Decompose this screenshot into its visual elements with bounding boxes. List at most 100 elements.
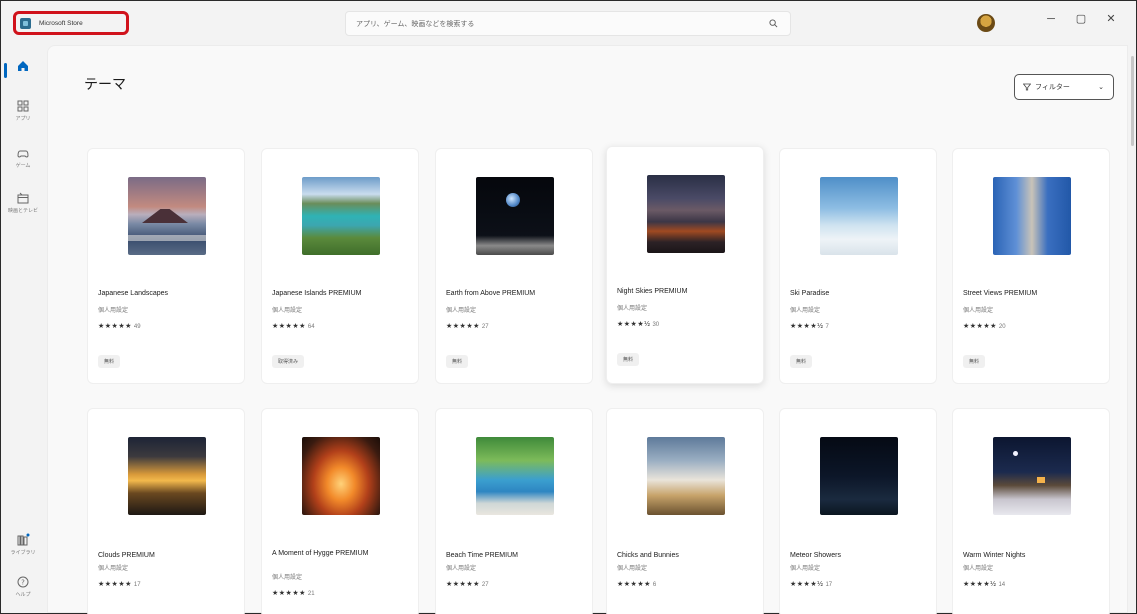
theme-category: 個人用設定 bbox=[963, 566, 994, 572]
theme-category: 個人用設定 bbox=[963, 308, 994, 314]
theme-title: Clouds PREMIUM bbox=[98, 552, 155, 559]
page-title: テーマ bbox=[84, 76, 126, 92]
theme-card[interactable]: Warm Winter Nights 個人用設定 ★★★★½ 14 bbox=[952, 408, 1110, 614]
owned-badge: 取得済み bbox=[272, 355, 305, 368]
theme-category: 個人用設定 bbox=[790, 308, 821, 314]
app-title-highlight: Microsoft Store bbox=[13, 11, 129, 35]
svg-text:?: ? bbox=[21, 579, 25, 587]
theme-category: 個人用設定 bbox=[446, 308, 477, 314]
theme-card[interactable]: Chicks and Bunnies 個人用設定 ★★★★★ 6 bbox=[606, 408, 764, 614]
main-content: テーマ フィルター ⌄ Japanese Landscapes 個人用設定 ★★… bbox=[47, 45, 1134, 614]
theme-card[interactable]: Street Views PREMIUM 個人用設定 ★★★★★ 20 無料 bbox=[952, 148, 1110, 384]
rating-count: 64 bbox=[307, 324, 315, 330]
theme-category: 個人用設定 bbox=[790, 566, 821, 572]
library-icon bbox=[17, 533, 30, 546]
price-badge: 無料 bbox=[963, 355, 986, 368]
stars: ★★★★½ bbox=[790, 323, 824, 330]
theme-thumbnail bbox=[647, 437, 725, 515]
minimize-button[interactable]: ─ bbox=[1039, 9, 1063, 29]
rating-count: 30 bbox=[652, 322, 660, 328]
sidebar-item-apps[interactable]: アプリ bbox=[1, 93, 45, 133]
theme-card[interactable]: Earth from Above PREMIUM 個人用設定 ★★★★★ 27 無… bbox=[435, 148, 593, 384]
stars: ★★★★★ bbox=[446, 323, 480, 330]
theme-title: Ski Paradise bbox=[790, 290, 830, 297]
theme-title: Warm Winter Nights bbox=[963, 552, 1026, 559]
theme-title: Night Skies PREMIUM bbox=[617, 288, 688, 295]
rating-count: 17 bbox=[825, 582, 833, 588]
star-rating: ★★★★½ 7 bbox=[790, 322, 829, 330]
star-rating: ★★★★★ 27 bbox=[446, 580, 489, 588]
sidebar-item-label: ゲーム bbox=[15, 163, 31, 169]
stars: ★★★★★ bbox=[272, 323, 306, 330]
apps-icon bbox=[17, 100, 29, 112]
theme-thumbnail bbox=[128, 437, 206, 515]
stars: ★★★★★ bbox=[963, 323, 997, 330]
help-icon: ? bbox=[17, 576, 29, 588]
filter-button[interactable]: フィルター ⌄ bbox=[1014, 74, 1114, 100]
sidebar-item-label: ライブラリ bbox=[10, 550, 36, 556]
star-rating: ★★★★★ 6 bbox=[617, 580, 656, 588]
store-logo-icon bbox=[20, 17, 31, 29]
theme-thumbnail bbox=[302, 437, 380, 515]
price-badge: 無料 bbox=[98, 355, 121, 368]
theme-title: A Moment of Hygge PREMIUM bbox=[272, 550, 369, 557]
theme-title: Beach Time PREMIUM bbox=[446, 552, 518, 559]
rating-count: 49 bbox=[133, 324, 141, 330]
theme-thumbnail bbox=[647, 175, 725, 253]
theme-category: 個人用設定 bbox=[446, 566, 477, 572]
theme-card[interactable]: Japanese Landscapes 個人用設定 ★★★★★ 49 無料 bbox=[87, 148, 245, 384]
theme-thumbnail bbox=[820, 437, 898, 515]
theme-card[interactable]: Beach Time PREMIUM 個人用設定 ★★★★★ 27 bbox=[435, 408, 593, 614]
theme-thumbnail bbox=[993, 437, 1071, 515]
theme-thumbnail bbox=[476, 437, 554, 515]
sidebar: アプリ ゲーム 映画とテレビ ライブラリ ? ヘルプ bbox=[1, 45, 45, 613]
close-button[interactable]: ✕ bbox=[1099, 9, 1123, 29]
theme-category: 個人用設定 bbox=[617, 566, 648, 572]
search-input[interactable]: アプリ、ゲーム、映画などを検索する bbox=[345, 11, 791, 36]
theme-title: Japanese Landscapes bbox=[98, 290, 169, 297]
theme-title: Meteor Showers bbox=[790, 552, 841, 559]
rating-count: 20 bbox=[998, 324, 1006, 330]
star-rating: ★★★★½ 14 bbox=[963, 580, 1005, 588]
sidebar-item-home[interactable] bbox=[1, 53, 45, 93]
stars: ★★★★★ bbox=[446, 581, 480, 588]
star-rating: ★★★★★ 17 bbox=[98, 580, 141, 588]
star-rating: ★★★★★ 21 bbox=[272, 589, 315, 597]
title-bar: Microsoft Store アプリ、ゲーム、映画などを検索する ─ ▢ ✕ bbox=[1, 1, 1136, 45]
search-icon[interactable] bbox=[769, 19, 778, 28]
rating-count: 14 bbox=[998, 582, 1006, 588]
theme-card[interactable]: Night Skies PREMIUM 個人用設定 ★★★★½ 30 無料 bbox=[606, 146, 764, 384]
theme-title: Street Views PREMIUM bbox=[963, 290, 1038, 297]
scrollbar[interactable] bbox=[1131, 56, 1134, 146]
theme-category: 個人用設定 bbox=[98, 308, 129, 314]
sidebar-item-help[interactable]: ? ヘルプ bbox=[1, 569, 45, 609]
star-rating: ★★★★★ 49 bbox=[98, 322, 141, 330]
user-avatar[interactable] bbox=[977, 14, 995, 32]
rating-count: 27 bbox=[481, 324, 489, 330]
sidebar-item-games[interactable]: ゲーム bbox=[1, 140, 45, 180]
maximize-button[interactable]: ▢ bbox=[1069, 9, 1093, 29]
star-rating: ★★★★★ 27 bbox=[446, 322, 489, 330]
theme-category: 個人用設定 bbox=[272, 308, 303, 314]
games-icon bbox=[17, 150, 29, 158]
theme-card[interactable]: Ski Paradise 個人用設定 ★★★★½ 7 無料 bbox=[779, 148, 937, 384]
stars: ★★★★½ bbox=[790, 581, 824, 588]
theme-thumbnail bbox=[820, 177, 898, 255]
theme-card[interactable]: A Moment of Hygge PREMIUM 個人用設定 ★★★★★ 21 bbox=[261, 408, 419, 614]
sidebar-item-label: アプリ bbox=[15, 116, 31, 122]
rating-count: 21 bbox=[307, 591, 315, 597]
price-badge: 無料 bbox=[617, 353, 640, 366]
theme-card[interactable]: Meteor Showers 個人用設定 ★★★★½ 17 bbox=[779, 408, 937, 614]
sidebar-item-movies[interactable]: 映画とテレビ bbox=[1, 185, 45, 225]
star-rating: ★★★★★ 20 bbox=[963, 322, 1006, 330]
theme-thumbnail bbox=[993, 177, 1071, 255]
filter-icon bbox=[1023, 83, 1031, 91]
star-rating: ★★★★½ 17 bbox=[790, 580, 832, 588]
theme-category: 個人用設定 bbox=[272, 575, 303, 581]
theme-card[interactable]: Japanese Islands PREMIUM 個人用設定 ★★★★★ 64 取… bbox=[261, 148, 419, 384]
theme-title: Chicks and Bunnies bbox=[617, 552, 679, 559]
stars: ★★★★★ bbox=[98, 323, 132, 330]
rating-count: 17 bbox=[133, 582, 141, 588]
sidebar-item-library[interactable]: ライブラリ bbox=[1, 527, 45, 567]
theme-card[interactable]: Clouds PREMIUM 個人用設定 ★★★★★ 17 bbox=[87, 408, 245, 614]
